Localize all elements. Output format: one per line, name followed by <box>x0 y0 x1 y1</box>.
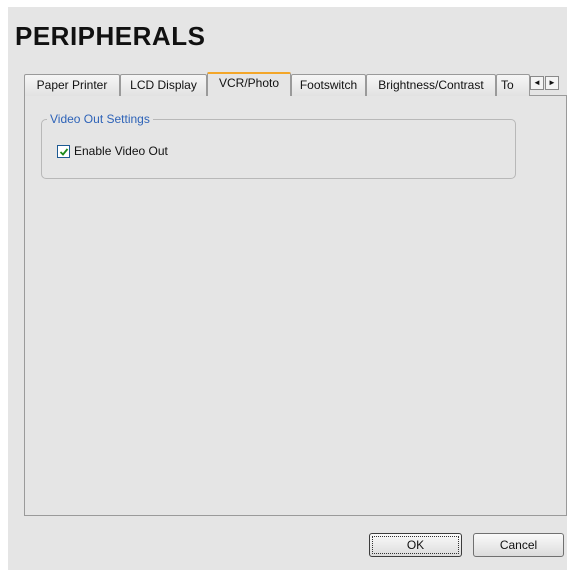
arrow-right-icon[interactable]: ► <box>545 76 559 90</box>
arrow-left-icon[interactable]: ◄ <box>530 76 544 90</box>
tab-footswitch[interactable]: Footswitch <box>291 74 366 96</box>
tab-vcr-photo[interactable]: VCR/Photo <box>207 72 291 96</box>
enable-video-out-checkbox[interactable] <box>57 145 70 158</box>
tab-strip: Paper Printer LCD Display VCR/Photo Foot… <box>24 72 567 96</box>
cancel-button[interactable]: Cancel <box>473 533 564 557</box>
ok-button[interactable]: OK <box>369 533 462 557</box>
tab-truncated[interactable]: To <box>496 74 530 96</box>
enable-video-out-label[interactable]: Enable Video Out <box>74 144 168 158</box>
group-legend: Video Out Settings <box>47 112 153 126</box>
page-title: PERIPHERALS <box>15 21 206 51</box>
checkmark-icon <box>59 148 69 156</box>
tab-paper-printer[interactable]: Paper Printer <box>24 74 120 96</box>
tab-lcd-display[interactable]: LCD Display <box>120 74 207 96</box>
tab-brightness-contrast[interactable]: Brightness/Contrast <box>366 74 496 96</box>
